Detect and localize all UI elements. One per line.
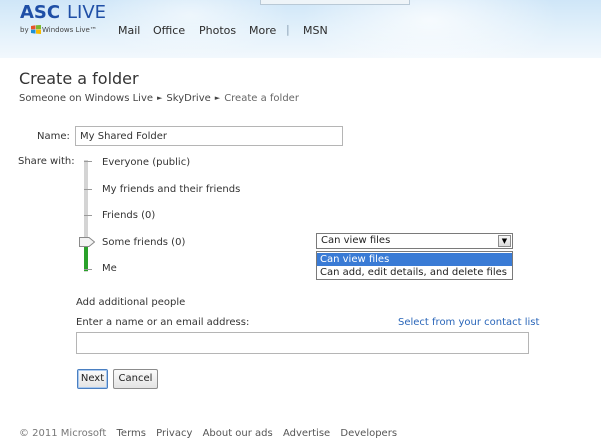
folder-name-input[interactable] (75, 126, 343, 146)
breadcrumb-link-profile[interactable]: Someone on Windows Live (19, 93, 153, 104)
nav-photos[interactable]: Photos (199, 24, 236, 37)
brand-logo[interactable]: ASC (20, 3, 60, 23)
slider-tick (84, 269, 92, 270)
brand-by-text: by (20, 26, 29, 34)
brand-logo-live[interactable]: LIVE (67, 3, 106, 23)
nav-office[interactable]: Office (153, 24, 185, 37)
share-option-me[interactable]: Me (102, 263, 117, 275)
breadcrumb-arrow-icon: ► (214, 94, 221, 102)
contact-list-link[interactable]: Select from your contact list (398, 317, 539, 329)
share-option-friends-of-friends[interactable]: My friends and their friends (102, 184, 240, 196)
people-input[interactable] (76, 332, 529, 354)
permission-select-value: Can view files (321, 235, 391, 246)
enter-name-label: Enter a name or an email address: (76, 317, 250, 328)
slider-handle-icon[interactable] (79, 237, 95, 247)
nav-msn[interactable]: MSN (303, 24, 328, 37)
footer-link-terms[interactable]: Terms (117, 428, 146, 439)
permission-select[interactable]: Can view files ▼ (316, 233, 513, 249)
name-label: Name: (37, 131, 70, 142)
permission-option-edit[interactable]: Can add, edit details, and delete files (317, 266, 512, 279)
nav-mail[interactable]: Mail (118, 24, 140, 37)
breadcrumb: Someone on Windows Live ► SkyDrive ► Create … (19, 91, 299, 106)
next-button[interactable]: Next (77, 369, 108, 389)
windows-flag-icon (31, 25, 41, 34)
permission-option-view[interactable]: Can view files (317, 253, 512, 266)
chevron-down-icon[interactable]: ▼ (498, 235, 511, 247)
breadcrumb-current: Create a folder (224, 93, 299, 104)
share-option-everyone[interactable]: Everyone (public) (102, 157, 190, 169)
slider-tick (84, 215, 92, 216)
top-tab-strip (260, 0, 410, 5)
footer: © 2011 Microsoft Terms Privacy About our… (19, 428, 404, 439)
share-with-label: Share with: (18, 156, 75, 167)
footer-link-developers[interactable]: Developers (340, 428, 397, 439)
share-option-friends[interactable]: Friends (0) (102, 210, 155, 222)
footer-copyright: © 2011 Microsoft (19, 428, 107, 439)
header-glow (300, 0, 560, 58)
windows-live-text: Windows Live™ (42, 26, 97, 34)
slider-tick (84, 161, 92, 162)
breadcrumb-link-skydrive[interactable]: SkyDrive (166, 93, 210, 104)
share-option-some-friends[interactable]: Some friends (0) (102, 237, 185, 249)
footer-link-privacy[interactable]: Privacy (156, 428, 192, 439)
slider-tick (84, 189, 92, 190)
breadcrumb-arrow-icon: ► (157, 94, 163, 102)
permission-dropdown-list: Can view files Can add, edit details, an… (316, 251, 513, 280)
add-people-heading: Add additional people (76, 297, 186, 308)
footer-link-about-ads[interactable]: About our ads (203, 428, 273, 439)
nav-separator: | (286, 23, 290, 36)
nav-more[interactable]: More (249, 24, 276, 37)
footer-link-advertise[interactable]: Advertise (283, 428, 330, 439)
cancel-button[interactable]: Cancel (113, 369, 158, 389)
page-title: Create a folder (19, 69, 139, 88)
